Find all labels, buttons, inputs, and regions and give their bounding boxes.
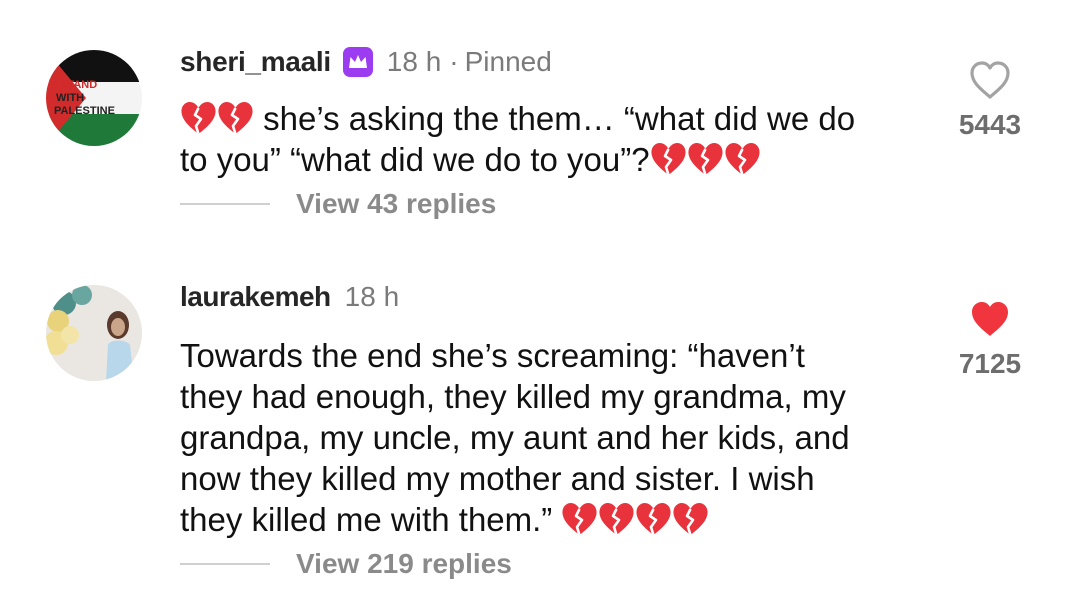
- like-count: 7125: [958, 348, 1022, 379]
- comment-text-line: she’s asking the them… “what did we do: [180, 98, 920, 139]
- broken-heart-icon: [180, 101, 217, 135]
- broken-heart-icon: [635, 502, 672, 536]
- view-replies-button[interactable]: View 219 replies: [296, 548, 512, 580]
- comment-body: laurakemeh 18 h Towards the end she’s sc…: [180, 277, 920, 584]
- like-control[interactable]: 5443: [950, 60, 1030, 141]
- view-replies[interactable]: View 219 replies: [180, 544, 920, 584]
- broken-heart-icon: [724, 142, 761, 176]
- comment-text-line: Towards the end she’s screaming: “haven’…: [180, 337, 805, 374]
- view-replies[interactable]: View 43 replies: [180, 184, 920, 224]
- broken-heart-icon: [687, 142, 724, 176]
- replies-divider: [180, 563, 270, 565]
- creator-crown-badge-icon: [342, 47, 373, 77]
- heart-filled-icon[interactable]: [968, 299, 1012, 339]
- comment-text: she’s asking the them… “what did we do t…: [180, 98, 920, 180]
- like-control[interactable]: 7125: [950, 299, 1030, 380]
- comment-text-line: to you” “what did we do to you”?: [180, 139, 920, 180]
- comment-text-line: now they killed my mother and sister. I …: [180, 460, 815, 497]
- comment-text-line: grandpa, my uncle, my aunt and her kids,…: [180, 419, 850, 456]
- comment-text-line: they had enough, they killed my grandma,…: [180, 378, 846, 415]
- comment-meta: sheri_maali 18 h · Pinned: [180, 42, 920, 82]
- username[interactable]: laurakemeh: [180, 281, 331, 313]
- avatar[interactable]: I STAND WITH PALESTINE: [46, 50, 142, 146]
- svg-text:PALESTINE: PALESTINE: [54, 105, 115, 117]
- comment-text-line: they killed me with them.”: [180, 499, 920, 540]
- broken-heart-icon: [561, 502, 598, 536]
- view-replies-button[interactable]: View 43 replies: [296, 188, 496, 220]
- replies-divider: [180, 203, 270, 205]
- comment-body: sheri_maali 18 h · Pinned she’s asking t…: [180, 42, 920, 224]
- comment-text-segment: they killed me with them.”: [180, 501, 553, 538]
- comment-time: 18 h: [344, 281, 400, 312]
- broken-heart-icon: [650, 142, 687, 176]
- pinned-label: Pinned: [464, 46, 552, 77]
- avatar[interactable]: [46, 285, 142, 381]
- broken-heart-icon: [598, 502, 635, 536]
- like-count: 5443: [958, 109, 1022, 140]
- comment-time: 18 h: [386, 46, 442, 77]
- broken-heart-icon: [217, 101, 254, 135]
- broken-heart-icon: [672, 502, 709, 536]
- separator-dot: ·: [449, 46, 459, 77]
- comment-text: Towards the end she’s screaming: “haven’…: [180, 335, 920, 540]
- comment-meta: laurakemeh 18 h: [180, 277, 920, 317]
- svg-text:WITH: WITH: [56, 92, 84, 104]
- comment-text-segment: to you” “what did we do to you”?: [180, 141, 650, 178]
- svg-text:I STAND: I STAND: [54, 79, 97, 91]
- username[interactable]: sheri_maali: [180, 46, 331, 78]
- comment-text-segment: she’s asking the them… “what did we do: [263, 100, 856, 137]
- heart-outline-icon[interactable]: [968, 60, 1012, 100]
